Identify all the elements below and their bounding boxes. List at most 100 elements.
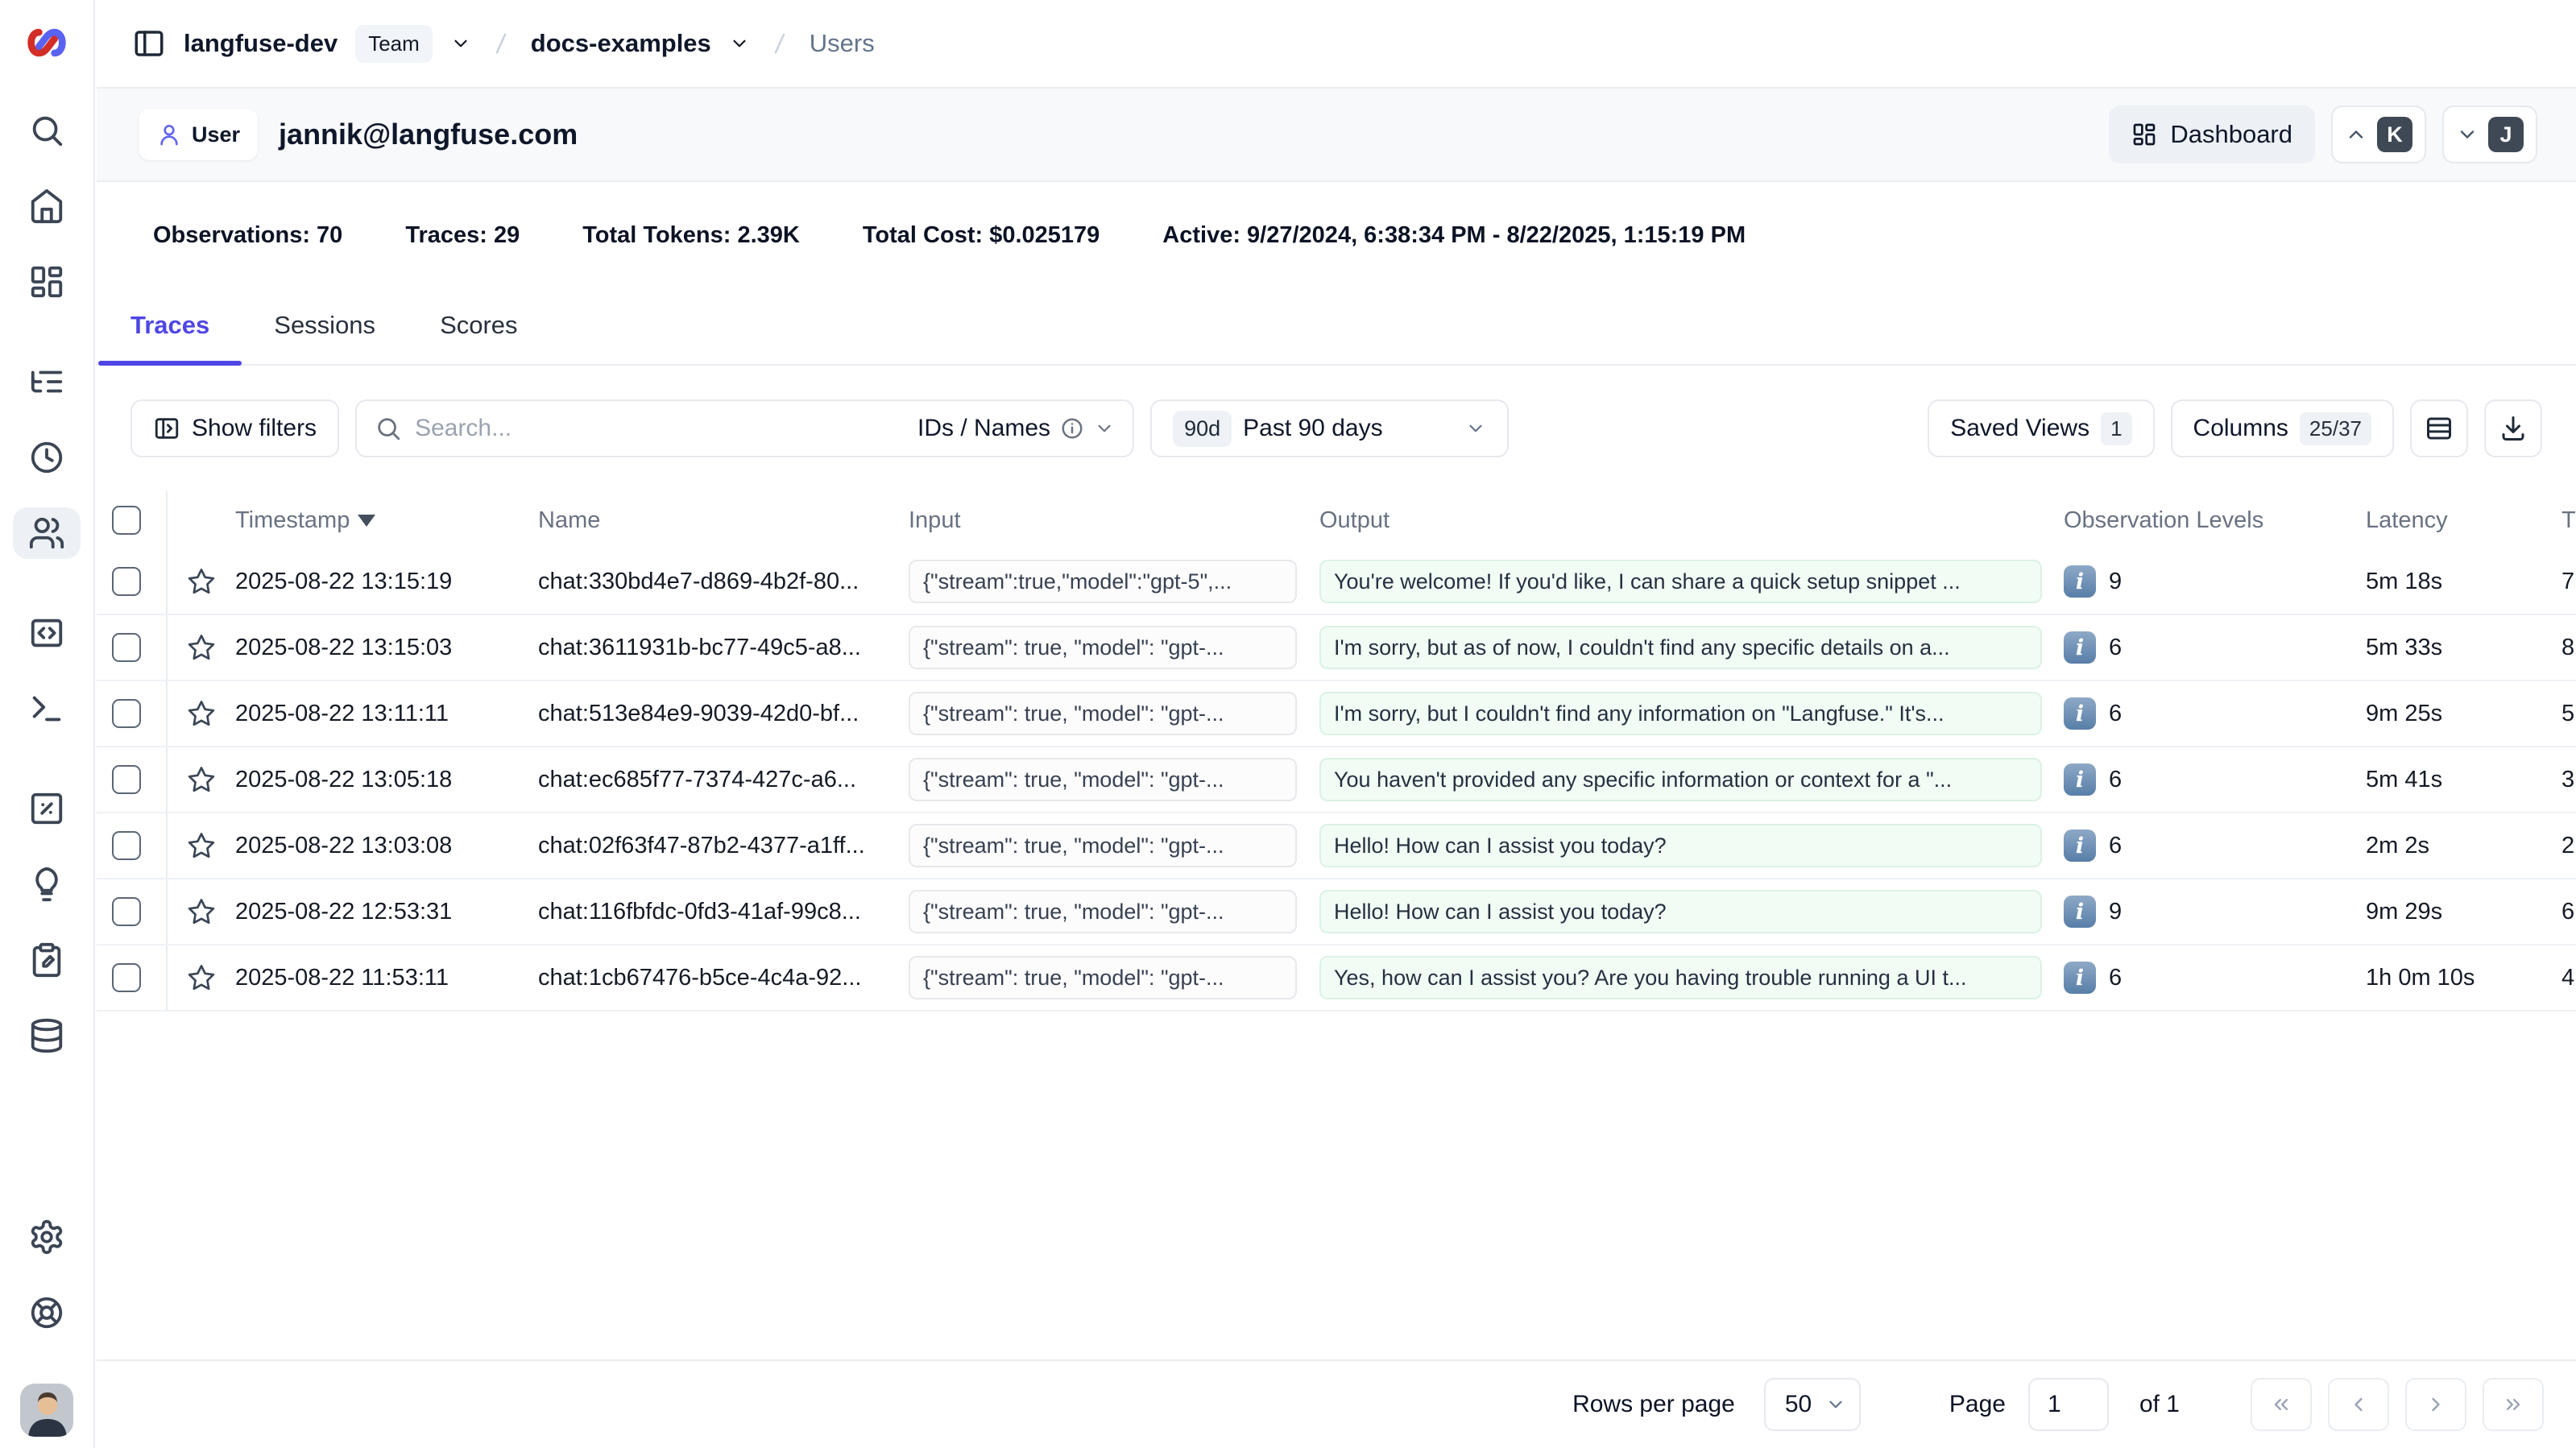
tab-bar: Traces Sessions Scores [97,288,2576,366]
date-range-button[interactable]: 90d Past 90 days [1150,399,1509,457]
next-page-button[interactable] [2405,1378,2466,1431]
table-row[interactable]: 2025-08-22 11:53:11 chat:1cb67476-b5ce-4… [97,945,2576,1012]
project-plan-badge: Team [355,25,433,63]
page-number-input[interactable]: 1 [2028,1378,2109,1431]
support-lifebuoy-icon[interactable] [13,1287,81,1338]
column-header-input[interactable]: Input [909,507,1319,534]
datasets-database-icon[interactable] [13,1010,81,1061]
evaluation-icon[interactable] [13,783,81,834]
settings-gear-icon[interactable] [13,1211,81,1263]
cell-input: {"stream": true, "model": "gpt-... [909,824,1297,867]
table-row[interactable]: 2025-08-22 13:11:11 chat:513e84e9-9039-4… [97,681,2576,747]
cell-latency: 2m 2s [2366,833,2562,859]
tracing-icon[interactable] [13,356,81,408]
cell-input: {"stream": true, "model": "gpt-... [909,956,1297,999]
user-avatar[interactable] [20,1384,73,1437]
cell-observation-levels: i9 [2064,565,2366,598]
chevron-up-icon [2345,123,2367,146]
search-icon[interactable] [13,105,81,156]
tab-traces[interactable]: Traces [98,288,242,364]
cell-observation-levels: i9 [2064,896,2366,928]
chevron-down-icon[interactable] [729,33,750,54]
next-item-button[interactable]: J [2442,105,2537,163]
columns-button[interactable]: Columns 25/37 [2171,399,2394,457]
column-header-name[interactable]: Name [538,507,909,534]
search-input[interactable]: Search... IDs / Names [355,399,1134,457]
cell-latency: 5m 41s [2366,767,2562,793]
row-checkbox[interactable] [112,765,141,794]
cell-observation-levels: i6 [2064,962,2366,994]
table-row[interactable]: 2025-08-22 13:03:08 chat:02f63f47-87b2-4… [97,813,2576,879]
star-icon[interactable] [168,896,235,927]
cell-latency: 1h 0m 10s [2366,965,2562,991]
chevron-down-icon[interactable] [450,33,471,54]
show-filters-button[interactable]: Show filters [130,399,339,457]
tab-sessions[interactable]: Sessions [242,288,408,364]
insights-lightbulb-icon[interactable] [13,858,81,910]
cell-timestamp: 2025-08-22 12:53:31 [235,899,538,925]
cell-clipped: 7 [2562,569,2576,595]
export-button[interactable] [2484,399,2542,457]
sidebar-item-users[interactable] [13,507,81,559]
row-height-button[interactable] [2410,399,2468,457]
rows-per-page-select[interactable]: 50 [1764,1378,1861,1431]
column-header-latency[interactable]: Latency [2366,507,2562,534]
saved-views-button[interactable]: Saved Views 1 [1928,399,2154,457]
last-page-button[interactable] [2483,1378,2544,1431]
column-header-observation-levels[interactable]: Observation Levels [2064,507,2366,534]
table-row[interactable]: 2025-08-22 13:15:19 chat:330bd4e7-d869-4… [97,549,2576,615]
star-icon[interactable] [168,764,235,795]
row-checkbox[interactable] [112,963,141,992]
cell-name: chat:02f63f47-87b2-4377-a1ff... [538,833,909,859]
row-checkbox[interactable] [112,633,141,662]
sidebar-toggle-icon[interactable] [132,27,166,60]
cell-name: chat:3611931b-bc77-49c5-a8... [538,635,909,661]
star-icon[interactable] [168,698,235,729]
column-header-timestamp[interactable]: Timestamp [235,507,538,534]
user-stats-row: Observations: 70 Traces: 29 Total Tokens… [97,182,2576,288]
prev-item-button[interactable]: K [2331,105,2426,163]
info-level-badge: i [2064,763,2096,796]
table-row[interactable]: 2025-08-22 12:53:31 chat:116fbfdc-0fd3-4… [97,879,2576,945]
cell-input: {"stream": true, "model": "gpt-... [909,758,1297,801]
star-icon[interactable] [168,632,235,663]
sessions-clock-icon[interactable] [13,432,81,483]
dashboard-icon[interactable] [13,256,81,308]
home-icon[interactable] [13,180,81,232]
annotation-clipboard-icon[interactable] [13,934,81,986]
sidebar [0,0,95,1448]
table-row[interactable]: 2025-08-22 13:15:03 chat:3611931b-bc77-4… [97,615,2576,681]
tab-scores[interactable]: Scores [408,288,549,364]
playground-terminal-icon[interactable] [13,683,81,734]
cell-output: I'm sorry, but as of now, I couldn't fin… [1319,626,2042,669]
star-icon[interactable] [168,830,235,861]
prompts-icon[interactable] [13,607,81,659]
star-icon[interactable] [168,566,235,597]
row-checkbox[interactable] [112,897,141,926]
first-page-button[interactable] [2251,1378,2312,1431]
star-icon[interactable] [168,962,235,993]
dashboard-button[interactable]: Dashboard [2109,105,2315,163]
select-all-checkbox[interactable] [112,506,141,535]
column-header-clipped[interactable]: T [2562,507,2576,534]
cell-latency: 5m 33s [2366,635,2562,661]
row-checkbox[interactable] [112,699,141,728]
cell-input: {"stream":true,"model":"gpt-5",... [909,560,1297,603]
prev-page-button[interactable] [2328,1378,2389,1431]
info-level-badge: i [2064,829,2096,862]
breadcrumb-project[interactable]: langfuse-dev [184,29,338,58]
search-scope-select[interactable]: IDs / Names [917,415,1115,442]
rows-icon [2425,414,2454,443]
cell-latency: 5m 18s [2366,569,2562,595]
cell-output: You haven't provided any specific inform… [1319,758,2042,801]
traces-table: Timestamp Name Input Output Observation … [97,491,2576,1012]
chevron-left-icon [2347,1393,2370,1416]
column-header-output[interactable]: Output [1319,507,2064,534]
grid-icon [2131,122,2157,147]
entity-type-label: User [192,122,240,147]
langfuse-logo-icon[interactable] [23,19,70,66]
row-checkbox[interactable] [112,567,141,596]
row-checkbox[interactable] [112,831,141,860]
table-row[interactable]: 2025-08-22 13:05:18 chat:ec685f77-7374-4… [97,747,2576,813]
breadcrumb-environment[interactable]: docs-examples [531,29,711,58]
